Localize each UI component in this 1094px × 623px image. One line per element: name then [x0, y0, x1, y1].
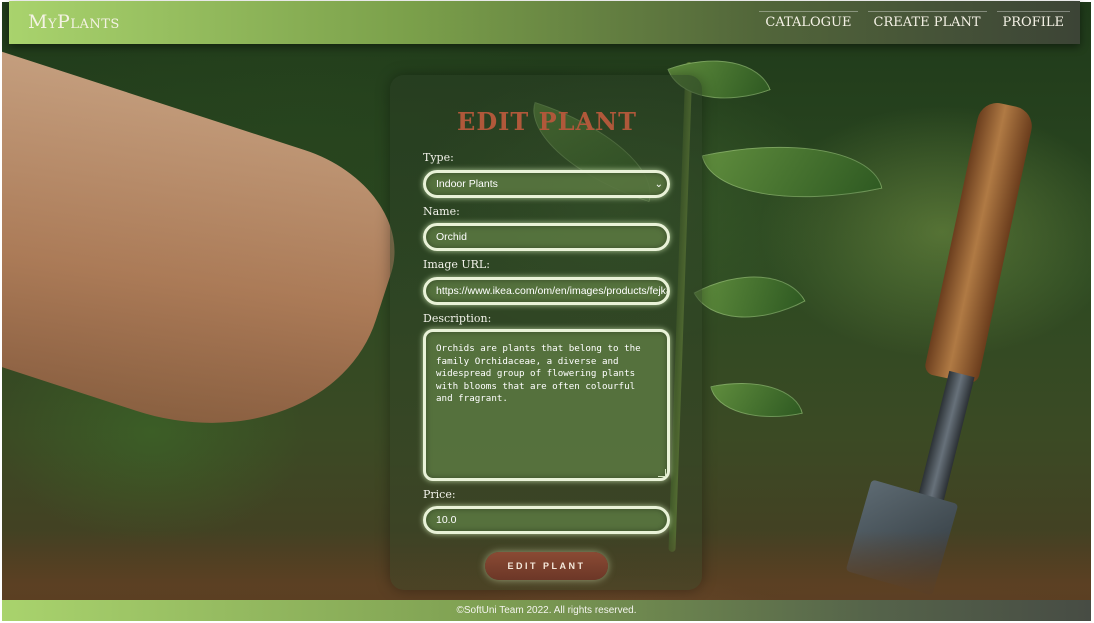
- copyright-text: ©SoftUni Team 2022. All rights reserved.: [456, 605, 637, 616]
- type-select-value: Indoor Plants: [436, 178, 498, 190]
- description-text: Orchids are plants that belong to the fa…: [436, 343, 641, 405]
- description-label: Description:: [423, 312, 492, 325]
- price-input[interactable]: 10.0: [423, 506, 670, 534]
- nav-catalogue-link[interactable]: CATALOGUE: [759, 11, 858, 30]
- resize-grip-icon[interactable]: [658, 469, 666, 477]
- price-label: Price:: [423, 488, 456, 501]
- image-url-input[interactable]: https://www.ikea.com/om/en/images/produc…: [423, 277, 670, 305]
- nav-create-plant-link[interactable]: CREATE PLANT: [867, 11, 987, 30]
- image-url-label: Image URL:: [423, 258, 490, 271]
- edit-plant-button[interactable]: EDIT PLANT: [485, 552, 608, 580]
- name-input[interactable]: Orchid: [423, 223, 670, 251]
- site-logo[interactable]: MyPlants: [28, 11, 120, 33]
- description-textarea[interactable]: Orchids are plants that belong to the fa…: [423, 329, 670, 481]
- top-navbar: MyPlants CATALOGUE CREATE PLANT PROFILE: [9, 1, 1080, 44]
- leaf-image: [693, 248, 806, 346]
- footer: ©SoftUni Team 2022. All rights reserved.: [2, 600, 1091, 621]
- form-title: EDIT PLANT: [457, 107, 637, 136]
- trowel-handle-image: [923, 99, 1036, 385]
- name-label: Name:: [423, 205, 460, 218]
- chevron-down-icon: ⌄: [654, 179, 663, 190]
- type-label: Type:: [423, 151, 454, 164]
- main-nav: CATALOGUE CREATE PLANT PROFILE: [749, 11, 1070, 30]
- leaf-image: [710, 368, 803, 432]
- trowel-neck-image: [915, 370, 975, 514]
- type-select[interactable]: Indoor Plants ⌄: [423, 170, 670, 198]
- nav-profile-link[interactable]: PROFILE: [996, 11, 1070, 30]
